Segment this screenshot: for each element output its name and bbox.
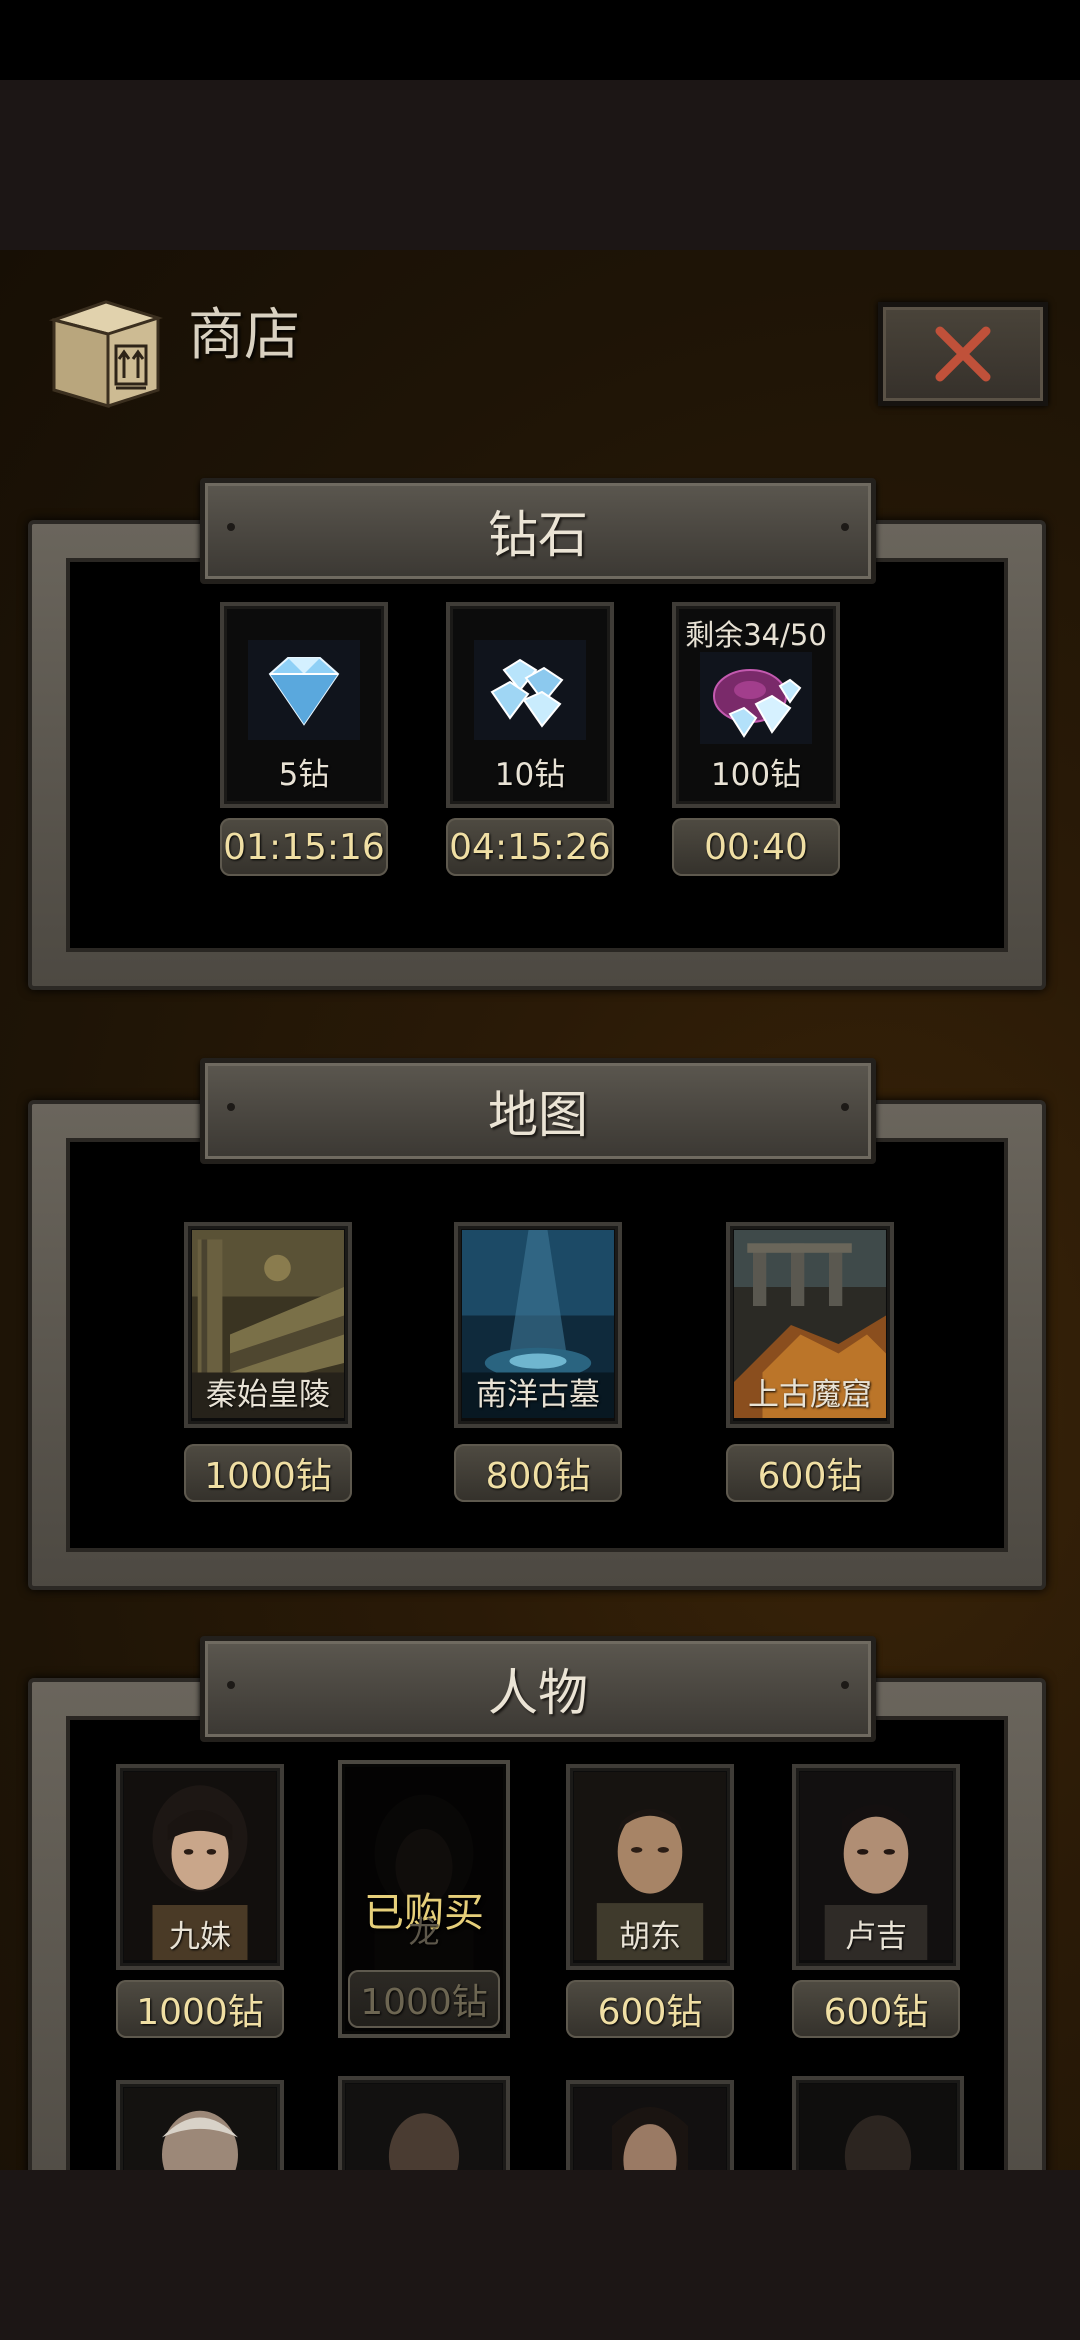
close-button[interactable] [878,302,1048,406]
map-panel: 地图 秦始皇陵 1000钻 南洋古墓 800钻 上古魔窟 600钻 [28,1058,1046,1590]
character-item-label: 龙 [408,1915,440,1951]
diamond-item-label: 100钻 [710,757,802,793]
elder-portrait [124,2088,276,2170]
diamond-section-title: 钻石 [488,506,588,564]
diamond-pile-icon [474,640,586,740]
shop-screen: 商店 钻石 5钻 01:15:16 10钻 04:15:26 剩余34/50 1… [0,250,1080,2170]
character-item-luji[interactable]: 卢吉 [792,1764,960,1970]
shop-title: 商店 [188,303,300,368]
map-section-banner: 地图 [200,1058,876,1164]
map-item-label: 上古魔窟 [748,1377,872,1413]
map-price: 800钻 [454,1444,622,1502]
map-item-label: 秦始皇陵 [206,1377,330,1413]
character-item-hudong[interactable]: 胡东 [566,1764,734,1970]
top-letterbox [0,80,1080,250]
bald-man-portrait [346,2084,502,2170]
diamond-bag-icon [700,652,812,744]
diamond-timer: 04:15:26 [446,818,614,876]
diamond-single-icon [248,640,360,740]
character-item-long[interactable]: 已购买 龙 1000钻 [338,1760,510,2038]
character-price: 600钻 [566,1980,734,2038]
map-item-ancient-cave[interactable]: 上古魔窟 [726,1222,894,1428]
character-item-locked[interactable] [116,2080,284,2170]
diamond-timer: 01:15:16 [220,818,388,876]
character-price: 600钻 [792,1980,960,2038]
diamond-item-label: 10钻 [494,757,566,793]
character-item-locked[interactable] [792,2076,964,2170]
close-icon [935,326,991,382]
diamond-panel: 钻石 5钻 01:15:16 10钻 04:15:26 剩余34/50 100钻… [28,478,1046,990]
map-item-label: 南洋古墓 [476,1377,600,1413]
map-price: 1000钻 [184,1444,352,1502]
character-item-label: 卢吉 [845,1919,907,1955]
map-section-title: 地图 [488,1086,588,1144]
character-item-label: 九妹 [169,1919,231,1955]
remaining-stock-label: 剩余34/50 [685,618,827,652]
shop-header: 商店 [0,250,1080,450]
character-panel: 人物 九妹 1000钻 已购买 龙 1000钻 胡东 600钻 卢吉 600钻 [28,1636,1046,2170]
diamond-section-banner: 钻石 [200,478,876,584]
character-price: 1000钻 [116,1980,284,2038]
character-item-label: 胡东 [619,1919,681,1955]
map-price: 600钻 [726,1444,894,1502]
character-item-locked[interactable] [338,2076,510,2170]
diamond-item-5[interactable]: 5钻 [220,602,388,808]
dark-portrait [800,2084,956,2170]
diamond-timer: 00:40 [672,818,840,876]
diamond-item-label: 5钻 [278,757,330,793]
diamond-item-100[interactable]: 剩余34/50 100钻 [672,602,840,808]
bottom-letterbox [0,2170,1080,2340]
character-section-banner: 人物 [200,1636,876,1742]
map-item-nanyang-tomb[interactable]: 南洋古墓 [454,1222,622,1428]
character-price: 1000钻 [348,1970,500,2028]
status-bar [0,0,1080,80]
shop-box-icon [48,300,164,408]
character-item-jiumei[interactable]: 九妹 [116,1764,284,1970]
woman-portrait [574,2088,726,2170]
map-item-qin-mausoleum[interactable]: 秦始皇陵 [184,1222,352,1428]
diamond-item-10[interactable]: 10钻 [446,602,614,808]
character-section-title: 人物 [488,1664,588,1722]
character-item-locked[interactable] [566,2080,734,2170]
